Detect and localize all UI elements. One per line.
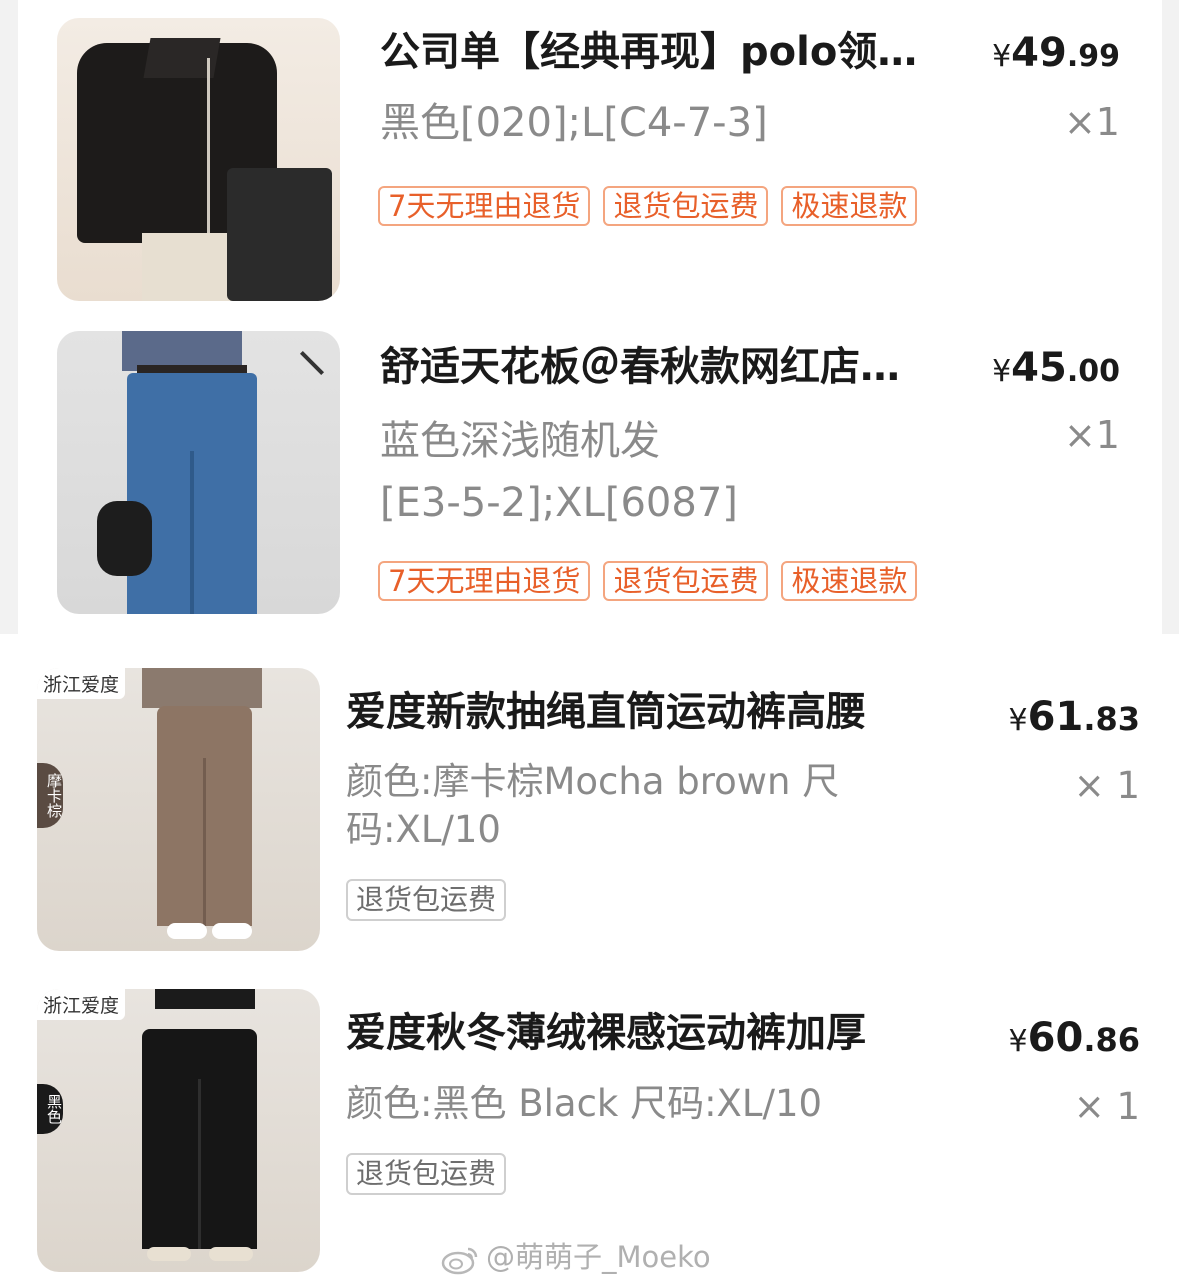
product-title[interactable]: 爱度秋冬薄绒裸感运动裤加厚: [346, 1009, 946, 1057]
store-badge: 浙江爱度: [37, 989, 126, 1020]
product-title[interactable]: 公司单【经典再现】polo领…: [380, 28, 960, 76]
product-price: ¥60.86: [1008, 1015, 1140, 1061]
product-quantity: ×1: [1063, 100, 1120, 144]
product-title[interactable]: 爱度新款抽绳直筒运动裤高腰: [346, 688, 946, 736]
tag-7day-return: 7天无理由退货: [378, 186, 591, 226]
store-badge: 浙江爱度: [37, 668, 126, 699]
product-spec: 颜色:黑色 Black 尺码:XL/10: [346, 1082, 823, 1125]
service-tags: 7天无理由退货 退货包运费 极速退款: [378, 186, 918, 226]
service-tags: 7天无理由退货 退货包运费 极速退款: [378, 561, 918, 601]
product-image-brown-joggers[interactable]: 浙江爱度 摩卡棕: [37, 668, 320, 951]
product-quantity: × 1: [1073, 764, 1140, 807]
product-title[interactable]: 舒适天花板＠春秋款网红店…: [380, 343, 965, 391]
color-side-tab: 摩卡棕: [37, 763, 63, 828]
tag-return-shipping: 退货包运费: [603, 561, 769, 601]
product-spec: 颜色:摩卡棕Mocha brown 尺 码:XL/10: [346, 760, 840, 851]
product-spec: 蓝色深浅随机发 [E3-5-2];XL[6087]: [380, 418, 738, 526]
product-quantity: ×1: [1063, 413, 1120, 457]
weibo-watermark: @萌萌子_Moeko: [440, 1234, 711, 1276]
tag-fast-refund: 极速退款: [781, 186, 918, 226]
product-image-jeans[interactable]: [57, 331, 340, 614]
color-side-tab: 黑色: [37, 1084, 63, 1134]
tag-fast-refund: 极速退款: [781, 561, 918, 601]
product-price: ¥61.83: [1008, 694, 1140, 740]
tag-7day-return: 7天无理由退货: [378, 561, 591, 601]
product-image-black-joggers[interactable]: 浙江爱度 黑色: [37, 989, 320, 1272]
product-quantity: × 1: [1073, 1085, 1140, 1128]
product-spec: 黑色[020];L[C4-7-3]: [380, 100, 768, 146]
watermark-text: @萌萌子_Moeko: [486, 1240, 711, 1274]
product-price: ¥49.99: [992, 30, 1120, 76]
tag-return-shipping: 退货包运费: [603, 186, 769, 226]
weibo-icon: [441, 1247, 478, 1275]
product-price: ¥45.00: [992, 345, 1120, 391]
product-image-polo-jacket[interactable]: [57, 18, 340, 301]
tag-return-shipping: 退货包运费: [346, 1153, 507, 1195]
tag-return-shipping: 退货包运费: [346, 879, 507, 921]
